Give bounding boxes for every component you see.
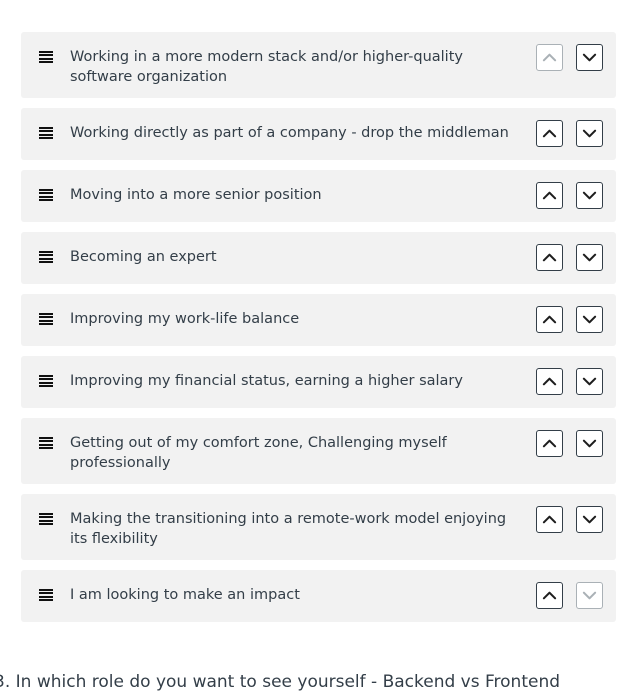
rank-item-label: Working in a more modern stack and/or hi… (70, 49, 463, 85)
move-down-button[interactable] (576, 244, 603, 271)
chevron-up-icon (542, 253, 557, 262)
chevron-up-icon (542, 53, 557, 62)
next-question-title: 3. In which role do you want to see your… (0, 672, 561, 692)
move-up-button[interactable] (536, 582, 563, 609)
rank-item-label: Improving my work-life balance (70, 311, 300, 327)
rank-item[interactable]: I am looking to make an impact (21, 570, 616, 622)
drag-handle-icon[interactable] (39, 51, 53, 63)
chevron-up-icon (542, 129, 557, 138)
chevron-down-icon (582, 191, 597, 200)
rank-item-label: Making the transitioning into a remote-w… (70, 511, 507, 547)
drag-handle-icon[interactable] (39, 251, 53, 263)
chevron-down-icon (582, 53, 597, 62)
drag-handle-icon[interactable] (39, 189, 53, 201)
drag-handle-icon[interactable] (39, 437, 53, 449)
move-down-button[interactable] (576, 44, 603, 71)
drag-handle-icon[interactable] (39, 513, 53, 525)
drag-handle-icon[interactable] (39, 375, 53, 387)
move-up-button[interactable] (536, 120, 563, 147)
chevron-down-icon (582, 253, 597, 262)
rank-item-label: I am looking to make an impact (70, 587, 300, 603)
move-up-button[interactable] (536, 44, 563, 71)
move-down-button[interactable] (576, 182, 603, 209)
move-down-button[interactable] (576, 582, 603, 609)
chevron-down-icon (582, 591, 597, 600)
move-up-button[interactable] (536, 182, 563, 209)
move-down-button[interactable] (576, 506, 603, 533)
drag-handle-icon[interactable] (39, 313, 53, 325)
move-up-button[interactable] (536, 506, 563, 533)
drag-handle-icon[interactable] (39, 589, 53, 601)
rank-item-label: Getting out of my comfort zone, Challeng… (70, 435, 447, 471)
rank-item[interactable]: Becoming an expert (21, 232, 616, 284)
chevron-up-icon (542, 191, 557, 200)
chevron-up-icon (542, 439, 557, 448)
move-down-button[interactable] (576, 306, 603, 333)
chevron-down-icon (582, 129, 597, 138)
move-down-button[interactable] (576, 120, 603, 147)
rank-item[interactable]: Making the transitioning into a remote-w… (21, 494, 616, 560)
rank-item[interactable]: Working in a more modern stack and/or hi… (21, 32, 616, 98)
rank-item[interactable]: Getting out of my comfort zone, Challeng… (21, 418, 616, 484)
move-down-button[interactable] (576, 430, 603, 457)
move-up-button[interactable] (536, 306, 563, 333)
chevron-down-icon (582, 439, 597, 448)
chevron-up-icon (542, 377, 557, 386)
rank-item[interactable]: Working directly as part of a company - … (21, 108, 616, 160)
move-up-button[interactable] (536, 244, 563, 271)
chevron-up-icon (542, 515, 557, 524)
chevron-down-icon (582, 315, 597, 324)
rank-item[interactable]: Improving my financial status, earning a… (21, 356, 616, 408)
ranking-list: Working in a more modern stack and/or hi… (21, 32, 616, 632)
move-up-button[interactable] (536, 430, 563, 457)
rank-item-label: Working directly as part of a company - … (70, 125, 509, 141)
move-up-button[interactable] (536, 368, 563, 395)
move-down-button[interactable] (576, 368, 603, 395)
rank-item-label: Moving into a more senior position (70, 187, 322, 203)
chevron-up-icon (542, 315, 557, 324)
rank-item[interactable]: Improving my work-life balance (21, 294, 616, 346)
rank-item-label: Becoming an expert (70, 249, 217, 265)
drag-handle-icon[interactable] (39, 127, 53, 139)
rank-item-label: Improving my financial status, earning a… (70, 373, 463, 389)
chevron-down-icon (582, 377, 597, 386)
rank-item[interactable]: Moving into a more senior position (21, 170, 616, 222)
chevron-up-icon (542, 591, 557, 600)
chevron-down-icon (582, 515, 597, 524)
